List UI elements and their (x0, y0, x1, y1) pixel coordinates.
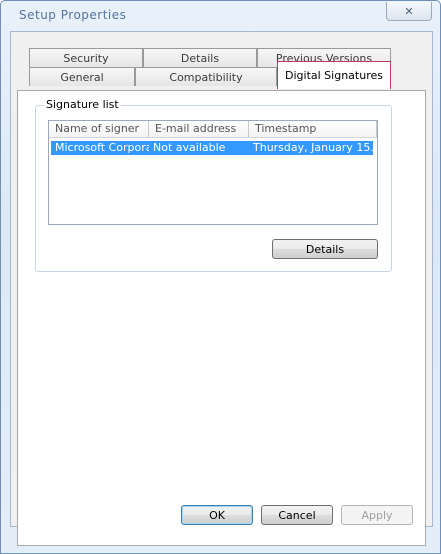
tab-compatibility[interactable]: Compatibility (135, 67, 277, 86)
signature-list[interactable]: Name of signer E-mail address Timestamp … (48, 120, 378, 225)
cell-email: Not available (153, 141, 226, 154)
column-header-name[interactable]: Name of signer (49, 121, 149, 137)
signature-list-label: Signature list (44, 98, 121, 111)
list-header: Name of signer E-mail address Timestamp (49, 121, 377, 138)
cell-timestamp: Thursday, January 15... (253, 141, 373, 154)
column-header-email[interactable]: E-mail address (149, 121, 249, 137)
dialog-client-area: Security Details Previous Versions Gener… (10, 31, 433, 546)
column-header-timestamp[interactable]: Timestamp (249, 121, 377, 137)
ok-button[interactable]: OK (181, 505, 253, 525)
signature-list-group: Signature list Name of signer E-mail add… (35, 98, 392, 272)
close-button[interactable]: ✕ (386, 2, 432, 21)
apply-button[interactable]: Apply (341, 505, 413, 525)
tab-security[interactable]: Security (29, 48, 143, 67)
tab-general[interactable]: General (29, 67, 135, 86)
properties-window: Setup Properties ✕ Security Details Prev… (0, 0, 441, 554)
cancel-button[interactable]: Cancel (261, 505, 333, 525)
title-bar[interactable]: Setup Properties ✕ (1, 1, 440, 31)
tab-digital-signatures[interactable]: Digital Signatures (277, 61, 391, 89)
cell-signer-name: Microsoft Corpora... (55, 141, 149, 154)
close-icon: ✕ (404, 4, 414, 18)
tab-details[interactable]: Details (143, 48, 257, 67)
window-title: Setup Properties (19, 8, 127, 22)
table-row[interactable]: Microsoft Corpora... Not available Thurs… (51, 141, 373, 155)
details-button[interactable]: Details (272, 239, 378, 259)
